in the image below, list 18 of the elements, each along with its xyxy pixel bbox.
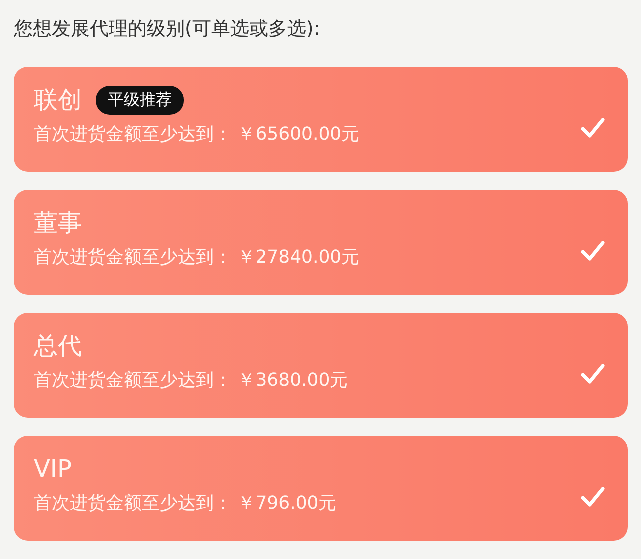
level-name: 总代: [34, 331, 82, 362]
question-label: 您想发展代理的级别(可单选或多选):: [14, 17, 322, 42]
check-icon: [580, 116, 606, 138]
level-option-card[interactable]: 联创 平级推荐 首次进货金额至少达到： ￥65600.00元: [14, 67, 628, 172]
check-icon: [580, 486, 606, 508]
level-option-card[interactable]: VIP 首次进货金额至少达到： ￥796.00元: [14, 436, 628, 541]
level-name: VIP: [34, 454, 72, 485]
check-icon: [580, 362, 606, 384]
level-name: 联创: [34, 85, 82, 116]
level-name: 董事: [34, 208, 82, 239]
requirement-text: 首次进货金额至少达到： ￥3680.00元: [34, 369, 350, 393]
level-option-card[interactable]: 董事 首次进货金额至少达到： ￥27840.00元: [14, 190, 628, 295]
recommend-badge: 平级推荐: [96, 86, 184, 114]
requirement-text: 首次进货金额至少达到： ￥796.00元: [34, 492, 338, 516]
check-icon: [580, 240, 606, 262]
requirement-text: 首次进货金额至少达到： ￥65600.00元: [34, 123, 361, 147]
requirement-text: 首次进货金额至少达到： ￥27840.00元: [34, 246, 361, 270]
level-option-card[interactable]: 总代 首次进货金额至少达到： ￥3680.00元: [14, 313, 628, 418]
